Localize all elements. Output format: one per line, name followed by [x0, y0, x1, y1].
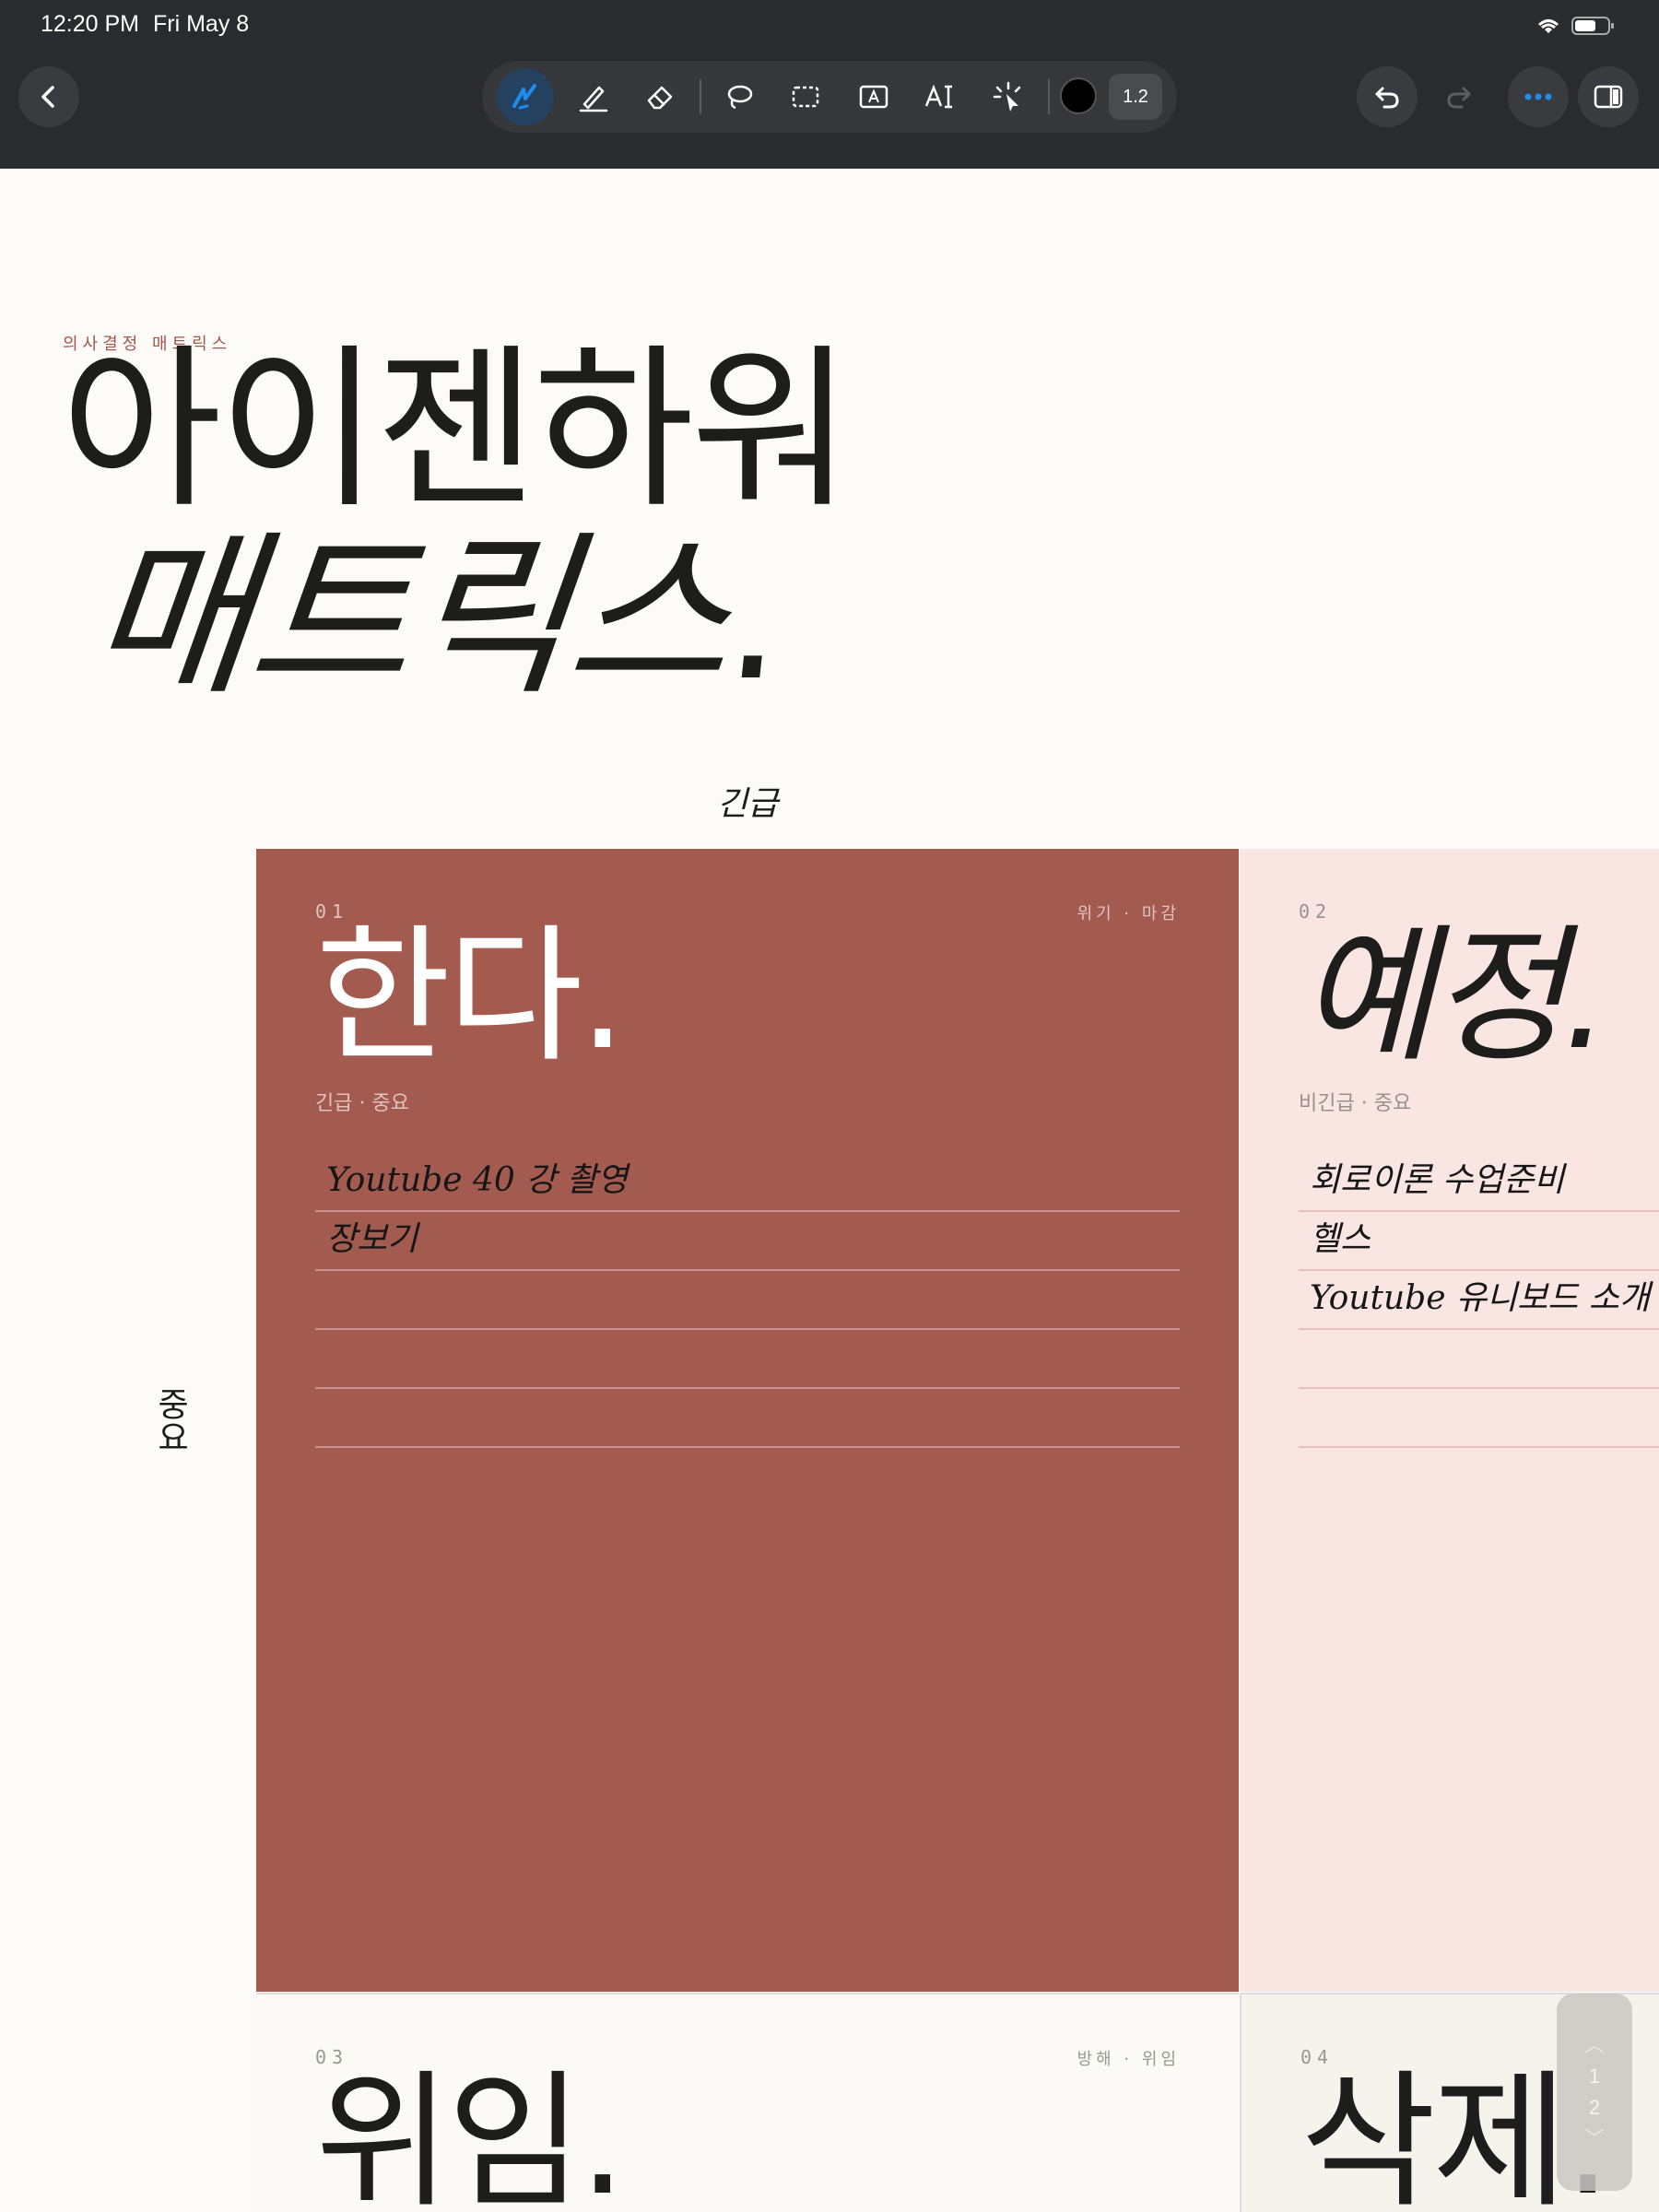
- quadrant-subtitle: 긴급 · 중요: [315, 1092, 409, 1115]
- status-icons: [1535, 15, 1618, 37]
- task-line[interactable]: 회로이론 수업준비: [1299, 1153, 1659, 1212]
- dashed-rect-icon: [792, 86, 819, 108]
- status-date: Fri May 8: [153, 11, 250, 37]
- wifi-icon: [1537, 19, 1559, 33]
- text-cursor-icon: [924, 84, 952, 109]
- lasso-tool[interactable]: [711, 68, 768, 125]
- quadrant-title: 예정.: [1299, 910, 1609, 1082]
- laser-pointer-icon: [993, 81, 1021, 112]
- title-word: 매트릭스: [81, 515, 740, 719]
- quadrant-title: 위임.: [315, 2055, 626, 2212]
- task-line[interactable]: [1299, 1330, 1659, 1389]
- redo-button[interactable]: [1429, 66, 1489, 127]
- page-number[interactable]: 2: [1589, 2092, 1600, 2124]
- back-button[interactable]: [18, 66, 79, 127]
- task-line[interactable]: Youtube 유니보드 소개: [1299, 1271, 1659, 1330]
- page-title-line2: 매트릭스.: [81, 515, 794, 719]
- tool-palette: 1.2: [482, 61, 1177, 133]
- task-line[interactable]: 장보기: [315, 1212, 1180, 1271]
- undo-icon: [1375, 87, 1399, 109]
- page-number[interactable]: 1: [1589, 2061, 1600, 2092]
- quadrant-title: 한다.: [315, 910, 626, 1082]
- toolbar-area: 12:20 PM Fri May 8 1.2: [0, 0, 1659, 169]
- axis-label-urgent: 긴급: [717, 785, 779, 823]
- status-time: 12:20 PM: [41, 11, 140, 37]
- quadrant-delegate[interactable]: 03 방해 · 위임 위임.: [256, 1993, 1239, 2212]
- redo-icon: [1447, 87, 1471, 109]
- task-line[interactable]: [315, 1271, 1180, 1330]
- quadrant-tag: 위기 · 마감: [1077, 904, 1180, 924]
- stroke-size-button[interactable]: 1.2: [1109, 74, 1162, 120]
- undo-button[interactable]: [1357, 66, 1418, 127]
- sidebar-icon: [1594, 85, 1623, 109]
- chevron-left-icon: [41, 86, 54, 108]
- quadrant-tag: 방해 · 위임: [1077, 2050, 1180, 2069]
- quadrant-subtitle: 비긴급 · 중요: [1299, 1092, 1412, 1115]
- more-button[interactable]: [1508, 66, 1569, 127]
- eraser-tool[interactable]: [631, 68, 688, 125]
- chevron-up-icon[interactable]: ︿: [1584, 2030, 1605, 2061]
- textbox-icon: [859, 85, 888, 109]
- text-tool[interactable]: [912, 68, 969, 125]
- quadrant-do[interactable]: 01 위기 · 마감 한다. 긴급 · 중요 Youtube 40 강 촬영 장…: [256, 849, 1239, 1992]
- more-dots-icon: [1524, 93, 1552, 100]
- sidebar-toggle-button[interactable]: [1578, 66, 1639, 127]
- highlighter-tool[interactable]: [565, 68, 622, 125]
- axis-label-important: 중요: [151, 1387, 189, 1453]
- lasso-icon: [727, 85, 753, 110]
- selection-tool[interactable]: [777, 68, 834, 125]
- pen-icon: [512, 84, 536, 110]
- task-line[interactable]: [315, 1330, 1180, 1389]
- task-line[interactable]: Youtube 40 강 촬영: [315, 1153, 1180, 1212]
- laser-pointer-tool[interactable]: [980, 68, 1037, 125]
- battery-icon: [1571, 17, 1614, 35]
- page-navigator[interactable]: ︿ 1 2 ﹀: [1557, 1994, 1632, 2191]
- chevron-down-icon[interactable]: ﹀: [1584, 2124, 1605, 2155]
- color-swatch[interactable]: [1060, 77, 1097, 114]
- page-title-line1: 아이젠하워: [61, 328, 852, 532]
- textbox-tool[interactable]: [845, 68, 902, 125]
- task-list: 회로이론 수업준비 헬스 Youtube 유니보드 소개: [1299, 1153, 1659, 1448]
- task-line[interactable]: [1299, 1389, 1659, 1448]
- task-line[interactable]: 헬스: [1299, 1212, 1659, 1271]
- quadrant-schedule[interactable]: 02 예정. 비긴급 · 중요 회로이론 수업준비 헬스 Youtube 유니보…: [1240, 849, 1659, 1992]
- eraser-icon: [647, 86, 673, 110]
- task-line[interactable]: [315, 1389, 1180, 1448]
- highlighter-icon: [579, 86, 608, 112]
- pen-tool[interactable]: [497, 68, 554, 125]
- task-list: Youtube 40 강 촬영 장보기: [315, 1153, 1180, 1448]
